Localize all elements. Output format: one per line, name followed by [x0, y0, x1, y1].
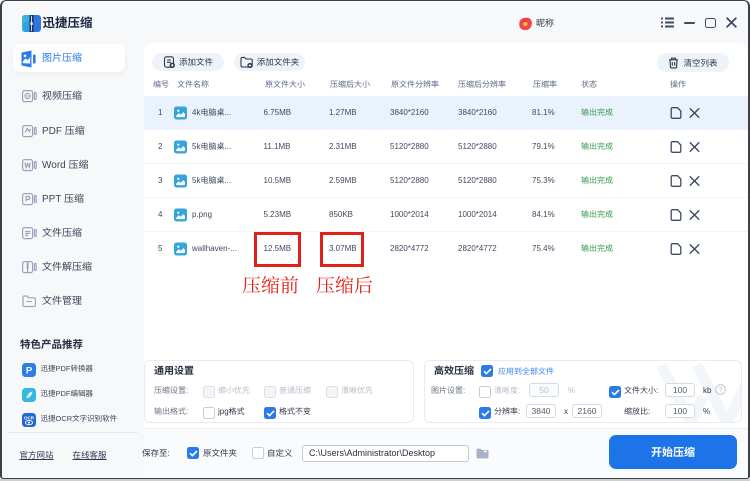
svg-text:?: ?: [719, 387, 723, 394]
svg-text:OCR: OCR: [24, 415, 35, 420]
svg-text:P: P: [26, 366, 33, 377]
